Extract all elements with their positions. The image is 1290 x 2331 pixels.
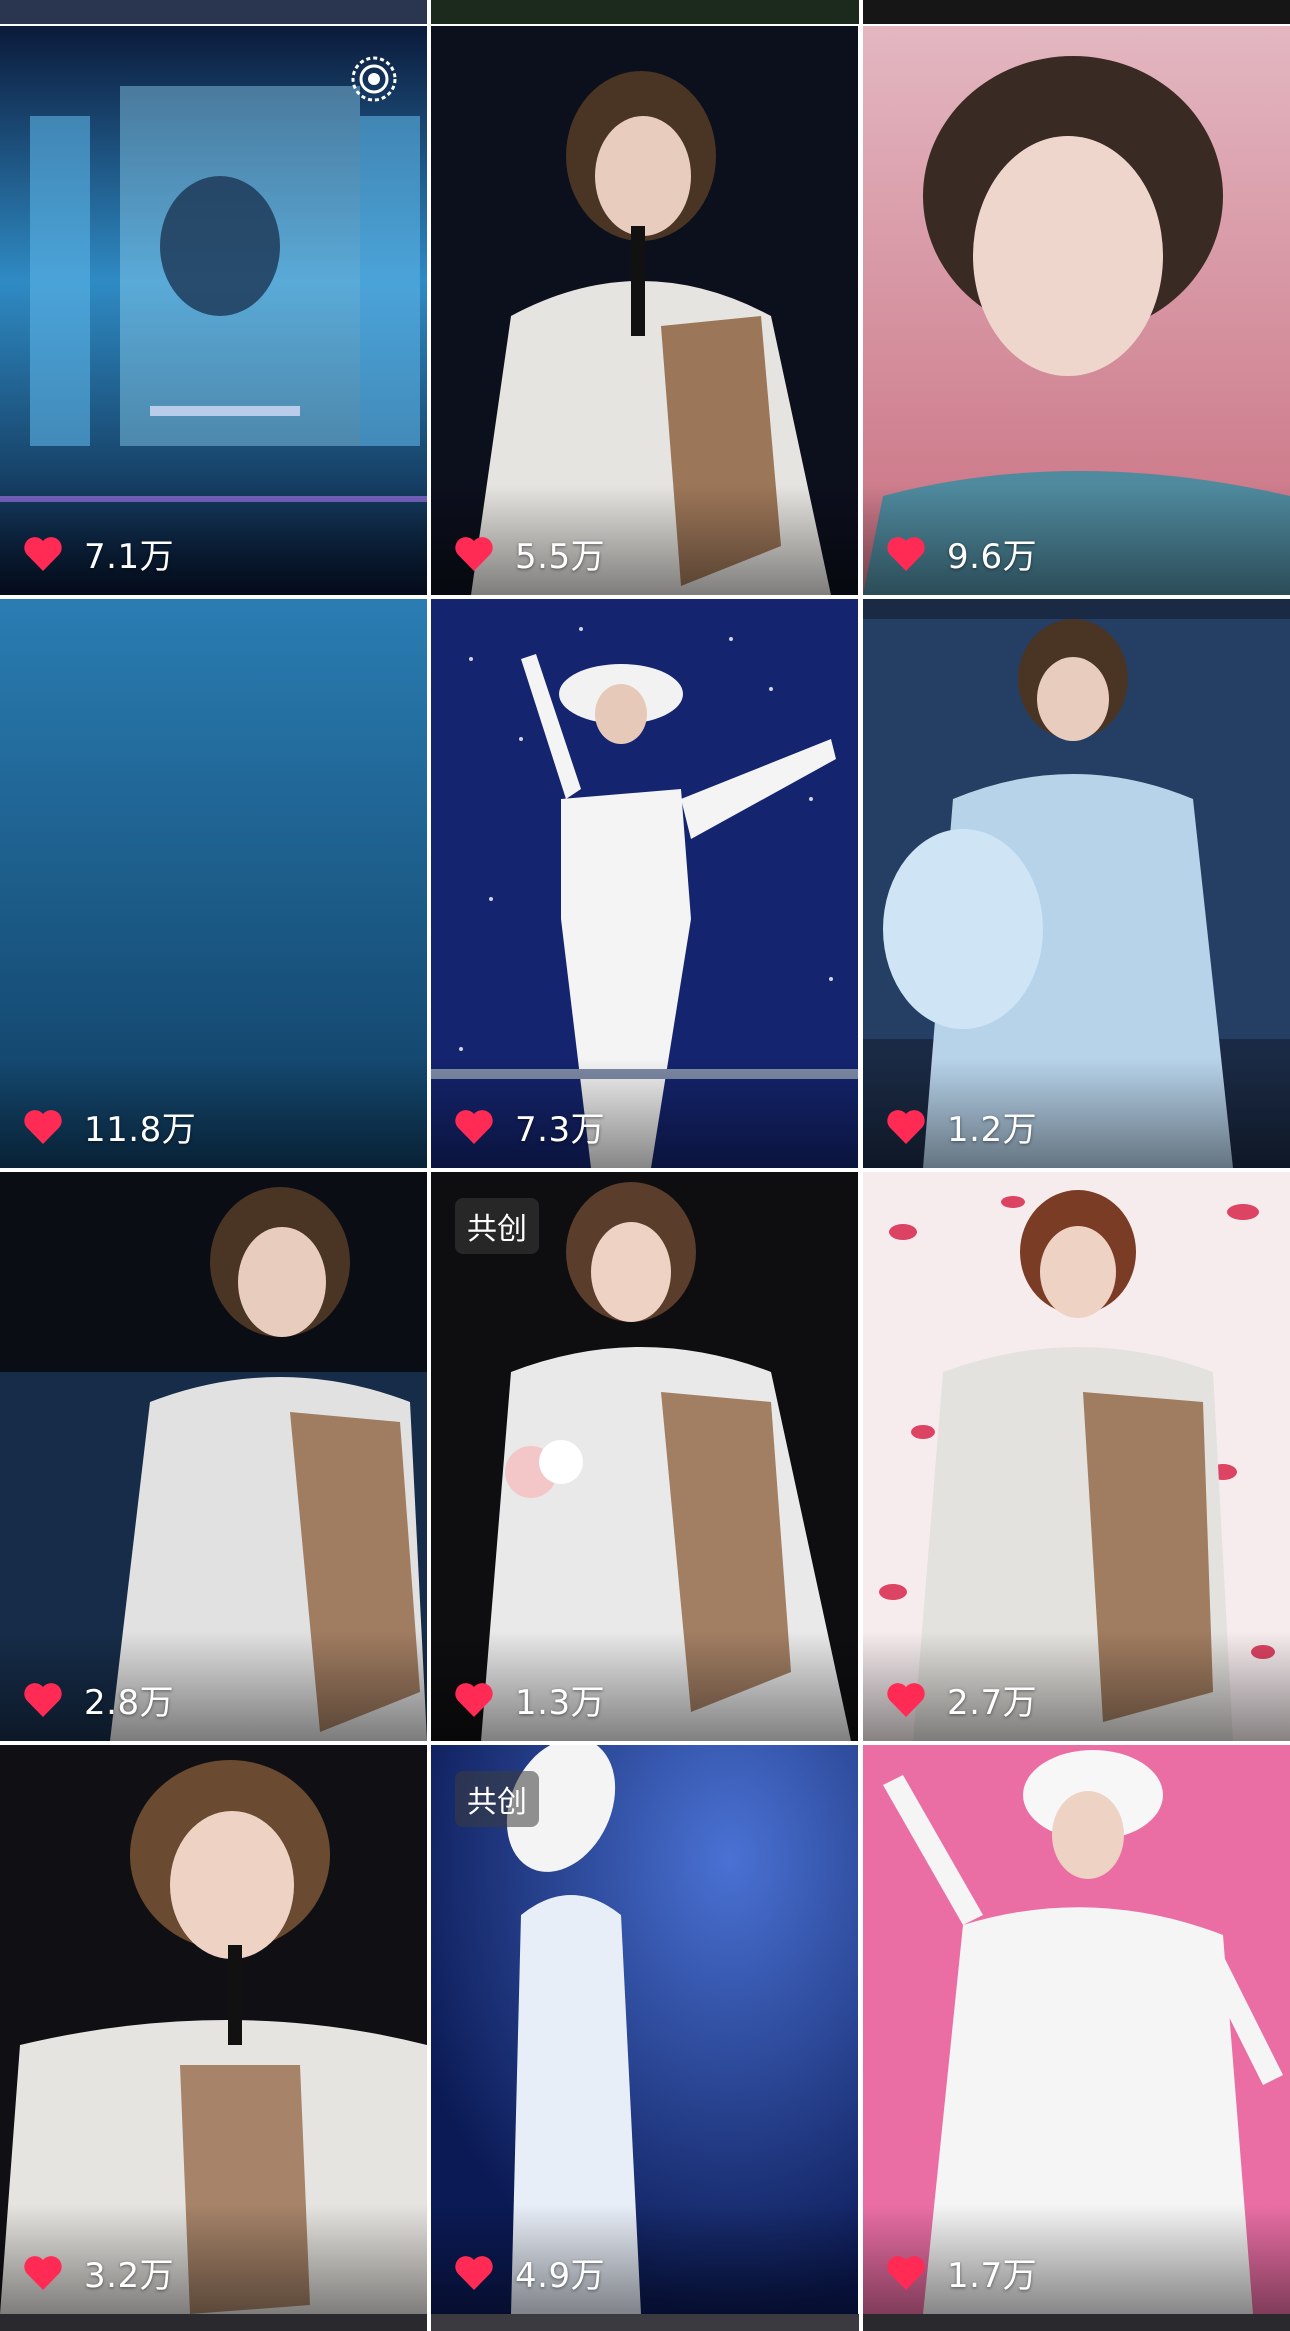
heart-icon: [24, 1110, 62, 1144]
like-count: 11.8万: [84, 1109, 197, 1150]
video-tile[interactable]: 1.7万: [863, 1745, 1290, 2314]
like-count-row: 3.2万: [22, 2252, 174, 2296]
co-create-badge: 共创: [455, 1198, 539, 1254]
like-count-row: 5.5万: [453, 533, 605, 577]
like-count: 5.5万: [515, 536, 606, 577]
heart-icon: [887, 1110, 925, 1144]
video-tile[interactable]: 2.7万: [863, 1172, 1290, 1741]
like-count-row: 1.2万: [885, 1106, 1037, 1150]
heart-icon: [24, 2256, 62, 2290]
heart-icon: [455, 2256, 493, 2290]
like-count-row: 2.7万: [885, 1679, 1037, 1723]
like-count: 9.6万: [947, 536, 1038, 577]
like-count-row: 11.8万: [22, 1106, 196, 1150]
heart-icon: [455, 1683, 493, 1717]
heart-icon: [887, 1683, 925, 1717]
previous-row-strip: [0, 0, 1290, 24]
like-count-row: 1.3万: [453, 1679, 605, 1723]
live-icon: [351, 56, 397, 102]
like-count: 3.2万: [84, 2255, 175, 2296]
video-tile[interactable]: 7.3万: [431, 599, 858, 1168]
heart-icon: [887, 537, 925, 571]
video-tile[interactable]: 7.1万: [0, 26, 427, 595]
like-count: 2.8万: [84, 1682, 175, 1723]
like-count: 1.7万: [947, 2255, 1038, 2296]
video-tile[interactable]: 2.8万: [0, 1172, 427, 1741]
like-count: 7.1万: [84, 536, 175, 577]
video-tile[interactable]: 3.2万: [0, 1745, 427, 2314]
heart-icon: [24, 1683, 62, 1717]
co-create-badge: 共创: [455, 1771, 539, 1827]
video-tile[interactable]: 共创 4.9万: [431, 1745, 858, 2314]
heart-icon: [455, 537, 493, 571]
like-count: 7.3万: [515, 1109, 606, 1150]
like-count-row: 1.7万: [885, 2252, 1037, 2296]
like-count-row: 2.8万: [22, 1679, 174, 1723]
like-count: 2.7万: [947, 1682, 1038, 1723]
like-count-row: 4.9万: [453, 2252, 605, 2296]
video-tile[interactable]: 共创 1.3万: [431, 1172, 858, 1741]
video-tile[interactable]: 1.2万: [863, 599, 1290, 1168]
like-count-row: 7.1万: [22, 533, 174, 577]
heart-icon: [887, 2256, 925, 2290]
video-tile[interactable]: 9.6万: [863, 26, 1290, 595]
like-count: 1.3万: [515, 1682, 606, 1723]
heart-icon: [24, 537, 62, 571]
video-tile[interactable]: 5.5万: [431, 26, 858, 595]
heart-icon: [455, 1110, 493, 1144]
video-tile[interactable]: 11.8万: [0, 599, 427, 1168]
next-row-strip: [0, 2314, 1290, 2331]
like-count: 1.2万: [947, 1109, 1038, 1150]
like-count-row: 9.6万: [885, 533, 1037, 577]
like-count: 4.9万: [515, 2255, 606, 2296]
like-count-row: 7.3万: [453, 1106, 605, 1150]
